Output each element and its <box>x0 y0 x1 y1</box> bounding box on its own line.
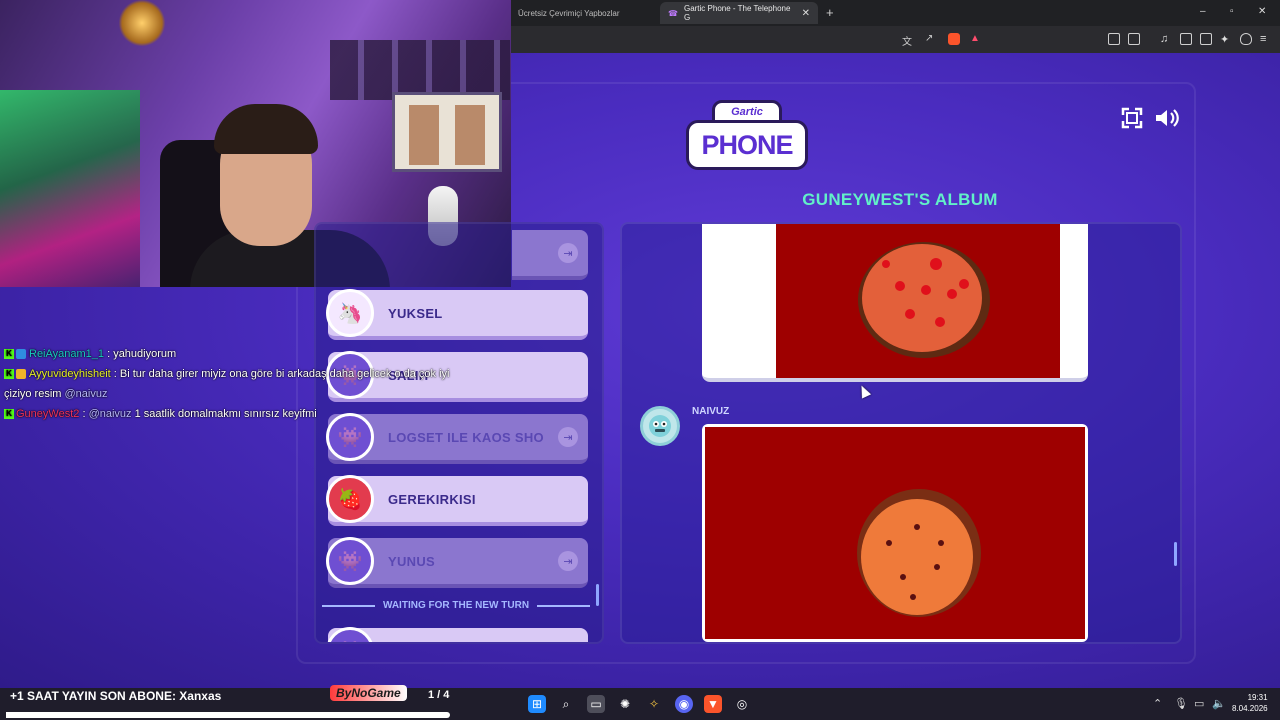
chat-text: 1 saatlik domalmakmı sınırsız keyifmi <box>134 408 317 420</box>
player-name: LOGSET ILE KAOS SHO <box>388 429 544 445</box>
music-icon[interactable]: ♫ <box>1160 33 1172 45</box>
gift-badge-icon <box>16 369 26 380</box>
brave-shield-icon[interactable] <box>948 33 960 45</box>
gartic-favicon-icon: ☎ <box>668 8 678 18</box>
waiting-text: WAITING FOR THE NEW TURN <box>382 600 530 611</box>
chat-username: ReiAyanam1_1 <box>29 348 105 360</box>
network-icon[interactable]: ▭ <box>1194 697 1204 710</box>
chat-username: GuneyWest2 <box>16 408 80 420</box>
unicorn-avatar-icon: 🦄 <box>326 289 374 337</box>
player-card[interactable]: 🦄 YUKSEL <box>326 289 588 340</box>
entry-author: NAIVUZ <box>692 406 730 417</box>
drawing-card <box>702 424 1088 642</box>
maximize-button[interactable]: ▫ <box>1230 6 1234 17</box>
player-list: ⇥ 🦄 YUKSEL 👾 SALIH 👾 LOGSET ILE KAOS SHO… <box>314 222 604 644</box>
close-tab-icon[interactable]: ✕ <box>802 8 810 19</box>
file-explorer-icon[interactable]: ▭ <box>587 695 605 713</box>
page-indicator: 1 / 4 <box>428 689 450 701</box>
player-card[interactable]: ⇥ <box>512 230 588 280</box>
taskbar-clock[interactable]: 19:31 8.04.2026 <box>1232 692 1268 714</box>
obs-icon[interactable]: ◎ <box>733 695 751 713</box>
pizza-drawing <box>858 242 990 358</box>
chat-message: K ReiAyanam1_1 : yahudiyorum <box>0 344 470 364</box>
tab-label: Ücretsiz Çevrimiçi Yapbozlar <box>518 8 620 18</box>
chat-overlay: K ReiAyanam1_1 : yahudiyorum K Ayyuvideyhi… <box>0 344 470 424</box>
drawing-card <box>702 224 1088 382</box>
clock-time: 19:31 <box>1247 693 1268 702</box>
album-scrollbar[interactable] <box>1174 542 1177 566</box>
player-list-scrollbar[interactable] <box>596 584 599 606</box>
player-card[interactable]: 👾 YUNUS ⇥ <box>326 537 588 588</box>
screenshot-icon[interactable] <box>1128 33 1140 45</box>
sidebar-icon[interactable] <box>1180 33 1192 45</box>
volume-icon[interactable] <box>1154 107 1180 129</box>
cookie-drawing <box>857 489 981 617</box>
app-icon[interactable]: ✧ <box>645 695 663 713</box>
chat-username: Ayyuvideyhisheit <box>29 368 111 380</box>
gartic-phone-logo: Gartic PHONE <box>686 100 808 174</box>
mic-tray-icon[interactable]: 🎙 <box>1174 697 1188 710</box>
tab-puzzles[interactable]: Ücretsiz Çevrimiçi Yapbozlar <box>510 2 656 24</box>
drawing-canvas <box>776 224 1060 378</box>
drawing-canvas <box>705 427 1085 639</box>
sponsor-logo: ByNoGame <box>330 685 407 701</box>
kick-badge-icon: K <box>4 369 14 380</box>
exit-icon[interactable]: ⇥ <box>558 243 578 263</box>
wallet-icon[interactable] <box>1200 33 1212 45</box>
brave-icon[interactable]: ▼ <box>704 695 722 713</box>
menu-icon[interactable]: ≡ <box>1260 33 1272 45</box>
start-icon[interactable]: ⊞ <box>528 695 546 713</box>
chat-message: K GuneyWest2 : @naivuz 1 saatlik domalmak… <box>0 404 470 424</box>
player-name: GEREKIRKISI <box>388 491 476 507</box>
minimize-button[interactable]: – <box>1200 6 1206 17</box>
vpn-shield-icon[interactable] <box>1240 33 1252 45</box>
streamer-hair <box>214 104 318 154</box>
speaker-icon[interactable]: 🔈 <box>1212 697 1226 710</box>
ai-icon[interactable]: ✦ <box>1220 33 1232 46</box>
chat-mention: @naivuz <box>88 408 132 420</box>
player-card[interactable]: 👾 <box>326 627 588 642</box>
close-window-button[interactable]: ✕ <box>1258 6 1266 17</box>
exit-icon[interactable]: ⇥ <box>558 551 578 571</box>
chat-text: : yahudiyorum <box>107 348 177 360</box>
monster-avatar-icon: 👾 <box>326 627 374 642</box>
extensions-icon[interactable] <box>1108 33 1120 45</box>
naivuz-avatar-icon <box>640 406 680 446</box>
album-title: GUNEYWEST'S ALBUM <box>802 190 998 209</box>
exit-icon[interactable]: ⇥ <box>558 427 578 447</box>
logo-bottom: PHONE <box>686 120 808 170</box>
fullscreen-icon[interactable] <box>1121 107 1143 129</box>
wall-frames <box>330 40 510 100</box>
translate-icon[interactable]: 文 <box>902 33 914 48</box>
search-icon[interactable]: ⌕ <box>557 695 575 713</box>
player-name: YUNUS <box>388 553 436 569</box>
sub-badge-icon <box>16 349 26 360</box>
kick-badge-icon: K <box>4 409 14 420</box>
tray-chevron-icon[interactable]: ⌃ <box>1153 697 1162 710</box>
wall-art <box>392 92 502 172</box>
chatgpt-icon[interactable]: ✺ <box>616 695 634 713</box>
clock-date: 8.04.2026 <box>1232 704 1268 713</box>
stream-ticker: +1 SAAT YAYIN SON ABONE: Xanxas <box>10 689 222 703</box>
waiting-label: WAITING FOR THE NEW TURN <box>322 600 590 611</box>
share-icon[interactable]: ↗ <box>925 33 937 45</box>
ticker-progress <box>6 712 450 718</box>
kick-badge-icon: K <box>4 349 14 360</box>
chat-message: K Ayyuvideyhisheit : Bi tur daha girer mi… <box>0 364 470 404</box>
strawberry-avatar-icon: 🍓 <box>326 475 374 523</box>
player-name: YUKSEL <box>388 305 443 321</box>
chat-mention: @naivuz <box>64 388 108 400</box>
discord-icon[interactable]: ◉ <box>675 695 693 713</box>
new-tab-button[interactable]: + <box>826 5 834 20</box>
tab-label: Gartic Phone - The Telephone G <box>683 4 791 22</box>
player-card[interactable]: 🍓 GEREKIRKISI <box>326 475 588 526</box>
album-panel: NAIVUZ <box>620 222 1182 644</box>
monster-avatar-icon: 👾 <box>326 537 374 585</box>
tab-gartic-phone[interactable]: ☎ Gartic Phone - The Telephone G ✕ <box>660 2 818 24</box>
rewards-icon[interactable]: ▲ <box>970 33 982 45</box>
lamp <box>118 0 166 46</box>
poster <box>0 90 140 287</box>
